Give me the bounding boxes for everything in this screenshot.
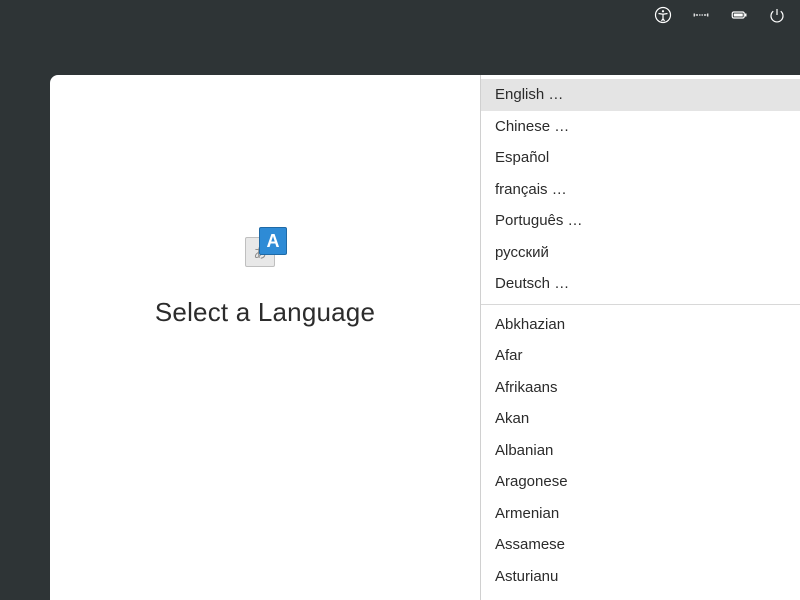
language-item[interactable]: English … [481, 79, 800, 111]
battery-icon[interactable] [730, 6, 748, 24]
language-item[interactable]: Afrikaans [481, 372, 800, 404]
language-item[interactable]: Armenian [481, 498, 800, 530]
list-divider [481, 304, 800, 305]
language-item[interactable]: Chinese … [481, 111, 800, 143]
language-item[interactable]: Deutsch … [481, 268, 800, 300]
language-item[interactable]: français … [481, 174, 800, 206]
language-item[interactable]: Akan [481, 403, 800, 435]
setup-panel: あ A Select a Language English …Chinese …… [50, 75, 800, 600]
language-item[interactable]: Avaric [481, 592, 800, 600]
language-icon: あ A [245, 227, 285, 267]
language-item[interactable]: Español [481, 142, 800, 174]
accessibility-icon[interactable] [654, 6, 672, 24]
language-list[interactable]: English …Chinese …Españolfrançais …Portu… [480, 75, 800, 600]
top-bar [0, 0, 800, 30]
power-icon[interactable] [768, 6, 786, 24]
language-item[interactable]: Asturianu [481, 561, 800, 593]
language-item[interactable]: Albanian [481, 435, 800, 467]
language-icon-front: A [259, 227, 287, 255]
language-item[interactable]: русский [481, 237, 800, 269]
left-pane: あ A Select a Language [50, 75, 480, 600]
language-item[interactable]: Assamese [481, 529, 800, 561]
language-item[interactable]: Abkhazian [481, 309, 800, 341]
page-title: Select a Language [155, 297, 375, 328]
language-item[interactable]: Português … [481, 205, 800, 237]
language-item[interactable]: Aragonese [481, 466, 800, 498]
language-item[interactable]: Afar [481, 340, 800, 372]
network-icon[interactable] [692, 6, 710, 24]
